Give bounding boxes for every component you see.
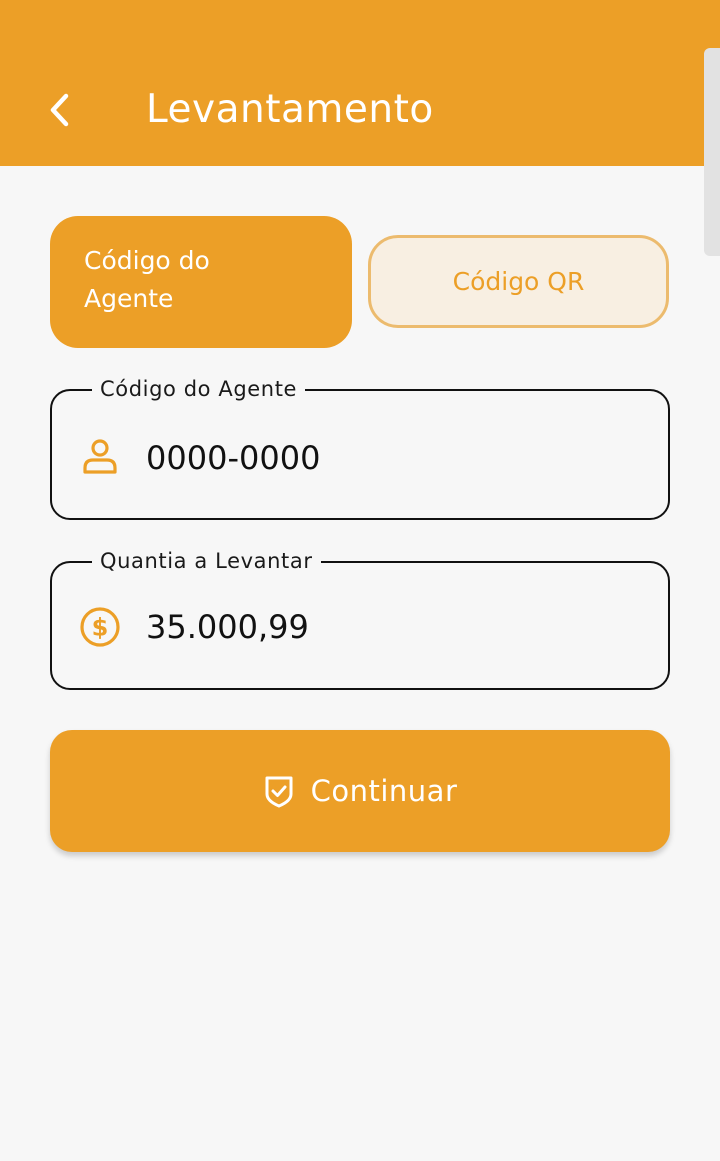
- back-button[interactable]: [38, 84, 82, 136]
- page-title: Levantamento: [146, 87, 434, 132]
- agent-code-toggle-label: Código do Agente: [84, 246, 210, 313]
- qr-code-toggle-button[interactable]: Código QR: [368, 235, 669, 328]
- chevron-left-icon: [50, 93, 69, 127]
- shield-check-icon: [265, 776, 293, 808]
- amount-input[interactable]: [146, 603, 626, 651]
- dollar-circle-icon: $: [78, 605, 122, 649]
- scrollbar[interactable]: [704, 48, 720, 256]
- amount-field[interactable]: Quantia a Levantar $: [50, 547, 670, 690]
- agent-code-toggle-button[interactable]: Código do Agente: [50, 216, 352, 348]
- user-icon: [78, 435, 122, 479]
- svg-text:$: $: [92, 614, 109, 642]
- continue-button[interactable]: Continuar: [50, 730, 670, 852]
- app-header: Levantamento: [0, 0, 720, 166]
- agent-code-input[interactable]: [146, 434, 626, 482]
- qr-code-toggle-label: Código QR: [452, 267, 585, 296]
- agent-code-field-label: Código do Agente: [92, 375, 306, 403]
- amount-field-label: Quantia a Levantar: [92, 547, 321, 575]
- agent-code-field[interactable]: Código do Agente: [50, 375, 670, 520]
- continue-label: Continuar: [310, 774, 458, 808]
